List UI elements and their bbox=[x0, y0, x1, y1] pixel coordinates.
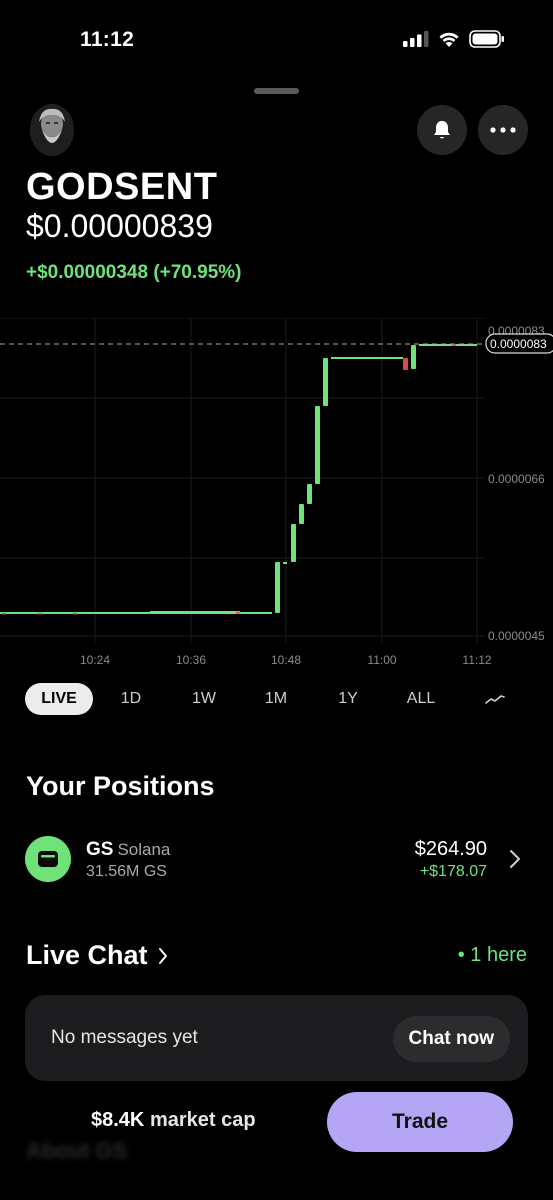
chat-card: No messages yet Chat now bbox=[25, 995, 528, 1081]
status-icons bbox=[403, 30, 505, 48]
live-chat-title: Live Chat bbox=[26, 940, 148, 970]
chat-now-button[interactable]: Chat now bbox=[392, 1016, 510, 1062]
market-cap-value: $8.4K bbox=[91, 1109, 145, 1131]
range-live[interactable]: LIVE bbox=[25, 683, 93, 715]
range-1y[interactable]: 1Y bbox=[328, 683, 368, 715]
about-section-label: About GS bbox=[26, 1138, 128, 1163]
chat-empty-text: No messages yet bbox=[51, 1027, 198, 1048]
wifi-icon bbox=[439, 32, 459, 47]
market-cap: $8.4K market cap bbox=[91, 1109, 256, 1132]
position-amount: 31.56M GS bbox=[86, 863, 167, 880]
x-tick-label: 11:12 bbox=[462, 653, 491, 667]
live-chat-header[interactable]: Live Chat bbox=[26, 940, 168, 971]
range-1d[interactable]: 1D bbox=[111, 683, 151, 715]
candles bbox=[0, 344, 477, 615]
online-count: • 1 here bbox=[457, 944, 527, 966]
notification-button[interactable] bbox=[417, 105, 467, 155]
line-chart-icon bbox=[485, 694, 505, 704]
positions-title: Your Positions bbox=[26, 771, 215, 801]
range-selector: LIVE 1D 1W 1M 1Y ALL bbox=[25, 683, 530, 715]
x-tick-label: 10:24 bbox=[80, 653, 110, 667]
x-tick-label: 11:00 bbox=[367, 653, 396, 667]
current-price-label: 0.0000083 bbox=[490, 337, 547, 351]
wallet-icon bbox=[38, 851, 58, 867]
position-chain: Solana bbox=[117, 840, 171, 859]
position-ticker: GS Solana bbox=[86, 839, 170, 861]
x-tick-label: 10:48 bbox=[271, 653, 301, 667]
range-1m[interactable]: 1M bbox=[255, 683, 297, 715]
chart-style-toggle[interactable] bbox=[477, 683, 513, 715]
more-icon bbox=[490, 127, 516, 133]
sheet-grabber[interactable] bbox=[254, 88, 299, 94]
chevron-right-icon[interactable] bbox=[509, 849, 521, 869]
token-name: GODSENT bbox=[26, 166, 218, 208]
chevron-right-icon bbox=[158, 947, 167, 964]
position-pnl: +$178.07 bbox=[419, 863, 487, 880]
price-chart[interactable]: 0.0000083 0.0000083 0.0000066 0.0000045 … bbox=[0, 318, 553, 674]
battery-icon bbox=[469, 30, 504, 48]
trade-button[interactable]: Trade bbox=[327, 1092, 513, 1152]
status-time: 11:12 bbox=[80, 28, 135, 51]
position-value: $264.90 bbox=[414, 838, 487, 860]
more-button[interactable] bbox=[478, 105, 528, 155]
range-all[interactable]: ALL bbox=[398, 683, 444, 715]
range-1w[interactable]: 1W bbox=[183, 683, 225, 715]
x-tick-label: 10:36 bbox=[176, 653, 206, 667]
signal-icon bbox=[403, 31, 429, 47]
y-tick-label: 0.0000066 bbox=[488, 472, 545, 486]
market-cap-label: market cap bbox=[149, 1109, 256, 1131]
position-token-icon bbox=[25, 836, 71, 882]
token-change: +$0.00000348 (+70.95%) bbox=[26, 262, 242, 283]
position-ticker-text: GS bbox=[86, 839, 114, 860]
token-avatar bbox=[30, 104, 74, 156]
y-tick-label: 0.0000045 bbox=[488, 629, 545, 643]
bell-icon bbox=[434, 121, 450, 139]
token-price: $0.00000839 bbox=[26, 208, 213, 244]
